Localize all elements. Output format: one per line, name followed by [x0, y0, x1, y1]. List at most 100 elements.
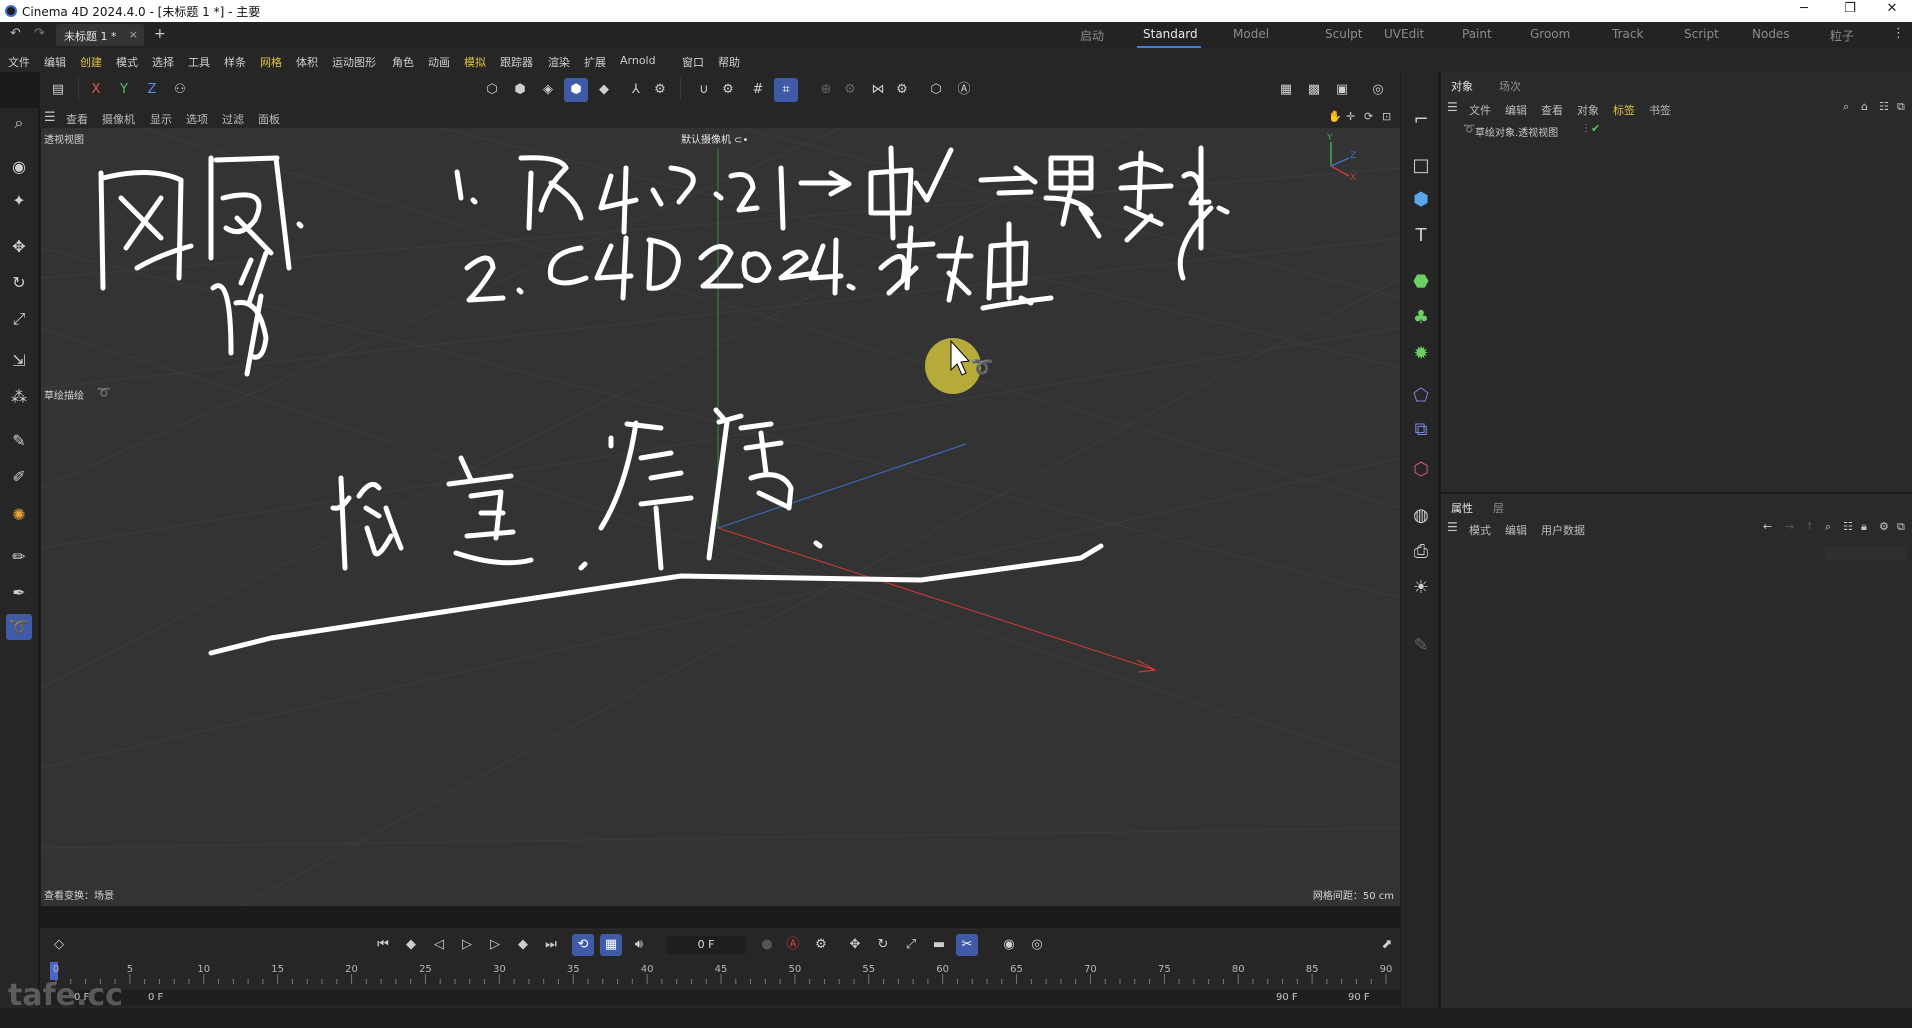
layout-tab-7[interactable]: Track: [1612, 27, 1643, 41]
viewport-solo-icon[interactable]: ◎: [1366, 78, 1390, 102]
object-menu-0[interactable]: 文件: [1469, 102, 1491, 118]
menu-11[interactable]: 动画: [428, 54, 450, 70]
symmetry-settings-icon[interactable]: ⚙: [890, 78, 914, 102]
attribute-tab-1[interactable]: 层: [1493, 500, 1504, 516]
enabled-check-icon[interactable]: ✔: [1591, 122, 1600, 135]
polygons-mode-icon[interactable]: ◈: [536, 78, 560, 102]
search-icon[interactable]: ⌕: [6, 110, 32, 136]
key-rotation-icon[interactable]: ↻: [872, 934, 894, 956]
loop-icon[interactable]: ⟲: [572, 934, 594, 956]
object-tab-1[interactable]: 场次: [1499, 78, 1521, 94]
menu-5[interactable]: 工具: [188, 54, 210, 70]
visibility-dots-icon[interactable]: ⋮: [1581, 123, 1591, 134]
frame-range-bar[interactable]: 0 F 0 F 90 F 90 F: [40, 990, 1400, 1006]
move-tool-icon[interactable]: ✥: [6, 234, 32, 260]
undo-icon[interactable]: ↶: [10, 26, 21, 41]
attribute-tab-0[interactable]: 属性: [1451, 500, 1473, 516]
object-mode-icon[interactable]: ▤: [46, 78, 70, 102]
add-tab-button[interactable]: +: [154, 26, 166, 42]
menu-2[interactable]: 创建: [80, 54, 102, 70]
menu-17[interactable]: 窗口: [682, 54, 704, 70]
y-axis-lock-button[interactable]: Y: [112, 78, 136, 102]
x-axis-lock-button[interactable]: X: [84, 78, 108, 102]
key-position-icon[interactable]: ✥: [844, 934, 866, 956]
viewport-menu-4[interactable]: 过滤: [222, 111, 244, 127]
menu-16[interactable]: Arnold: [620, 54, 656, 67]
maximize-button[interactable]: ❐: [1830, 1, 1870, 21]
workplane-icon[interactable]: ⊕: [814, 78, 838, 102]
magnet-icon[interactable]: ∪: [692, 78, 716, 102]
workplane-settings-icon[interactable]: ⚙: [838, 78, 862, 102]
layout-tab-2[interactable]: Model: [1233, 27, 1269, 41]
settings-icon[interactable]: ⚙: [1879, 520, 1889, 533]
previous-key-icon[interactable]: ◆: [400, 934, 422, 956]
edit-icon[interactable]: ✎: [1407, 632, 1435, 660]
current-frame-field[interactable]: 0 F: [666, 936, 746, 954]
object-menu-4[interactable]: 标签: [1613, 102, 1635, 118]
close-button[interactable]: ✕: [1872, 1, 1912, 21]
coordinate-system-icon[interactable]: ⚇: [168, 78, 192, 102]
layout-tab-4[interactable]: UVEdit: [1384, 27, 1424, 41]
end-frame-field[interactable]: 90 F: [1276, 992, 1298, 1003]
spline-rectangle-icon[interactable]: □: [1407, 152, 1435, 180]
play-icon[interactable]: ▷: [456, 934, 478, 956]
document-tab[interactable]: 未标题 1 * ×: [56, 24, 144, 46]
key-param-icon[interactable]: ▬: [928, 934, 950, 956]
tweak-tool-icon[interactable]: ✦: [6, 188, 32, 214]
keyframe-icon[interactable]: ◇: [48, 934, 70, 956]
pen-tool-icon[interactable]: ✒: [6, 580, 32, 606]
viewport-menu-2[interactable]: 显示: [150, 111, 172, 127]
texture-mode-icon[interactable]: ◆: [592, 78, 616, 102]
forward-arrow-icon[interactable]: →: [1785, 520, 1794, 533]
cube-icon[interactable]: ⬢: [1407, 186, 1435, 214]
playback-rate-icon[interactable]: ▦: [600, 934, 622, 956]
next-key-icon[interactable]: ◆: [512, 934, 534, 956]
layout-tab-5[interactable]: Paint: [1462, 27, 1492, 41]
attribute-menu-2[interactable]: 用户数据: [1541, 522, 1585, 538]
layout-tab-0[interactable]: 启动: [1080, 27, 1104, 44]
deformer-icon[interactable]: ⬠: [1407, 382, 1435, 410]
magnet-settings-icon[interactable]: ⚙: [716, 78, 740, 102]
close-tab-icon[interactable]: ×: [129, 28, 138, 41]
model-mode-icon[interactable]: ⬢: [564, 78, 588, 102]
home-icon[interactable]: ⌂: [1861, 100, 1868, 113]
field-icon[interactable]: ⧉: [1407, 416, 1435, 444]
points-mode-icon[interactable]: ⬡: [480, 78, 504, 102]
menu-10[interactable]: 角色: [392, 54, 414, 70]
filter-icon[interactable]: ☷: [1879, 100, 1889, 113]
attribute-menu-icon[interactable]: ☰: [1447, 520, 1458, 534]
arnold-icon[interactable]: Ⓐ: [952, 78, 976, 102]
axis-mode-icon[interactable]: ⅄: [624, 78, 648, 102]
timeline-ruler[interactable]: [48, 974, 1388, 984]
object-tab-0[interactable]: 对象: [1451, 78, 1473, 94]
axis-settings-icon[interactable]: ⚙: [648, 78, 672, 102]
go-to-end-icon[interactable]: ⏭: [540, 934, 562, 956]
redo-icon[interactable]: ↷: [34, 26, 45, 41]
object-menu-2[interactable]: 查看: [1541, 102, 1563, 118]
motion-system-icon[interactable]: ◉: [998, 934, 1020, 956]
more-layouts-icon[interactable]: ⋮: [1892, 26, 1905, 41]
z-axis-lock-button[interactable]: Z: [140, 78, 164, 102]
hamburger-menu-icon[interactable]: ☰: [44, 110, 56, 125]
viewport-menu-0[interactable]: 查看: [66, 111, 88, 127]
paint-tool-icon[interactable]: ✺: [6, 502, 32, 528]
search-icon[interactable]: ⌕: [1825, 520, 1831, 534]
environment-icon[interactable]: ◍: [1407, 502, 1435, 530]
viewport-menu-3[interactable]: 选项: [186, 111, 208, 127]
snap-icon[interactable]: ⌗: [774, 78, 798, 102]
object-menu-1[interactable]: 编辑: [1505, 102, 1527, 118]
minimize-button[interactable]: ─: [1784, 1, 1824, 21]
record-disabled-icon[interactable]: ●: [756, 934, 778, 956]
edges-mode-icon[interactable]: ⬢: [508, 78, 532, 102]
layout-tab-10[interactable]: 粒子: [1830, 27, 1854, 44]
timeline-window-icon[interactable]: ⬈: [1376, 934, 1398, 956]
menu-7[interactable]: 网格: [260, 54, 282, 70]
effector-icon[interactable]: ✹: [1407, 340, 1435, 368]
layout-tab-1[interactable]: Standard: [1143, 27, 1198, 41]
menu-1[interactable]: 编辑: [44, 54, 66, 70]
camera-icon[interactable]: ⎙: [1407, 538, 1435, 566]
sketch-tool-icon[interactable]: ➰: [6, 614, 32, 640]
menu-13[interactable]: 跟踪器: [500, 54, 533, 70]
brush-tool-icon[interactable]: ✏: [6, 544, 32, 570]
cloner-icon[interactable]: ♣: [1407, 304, 1435, 332]
